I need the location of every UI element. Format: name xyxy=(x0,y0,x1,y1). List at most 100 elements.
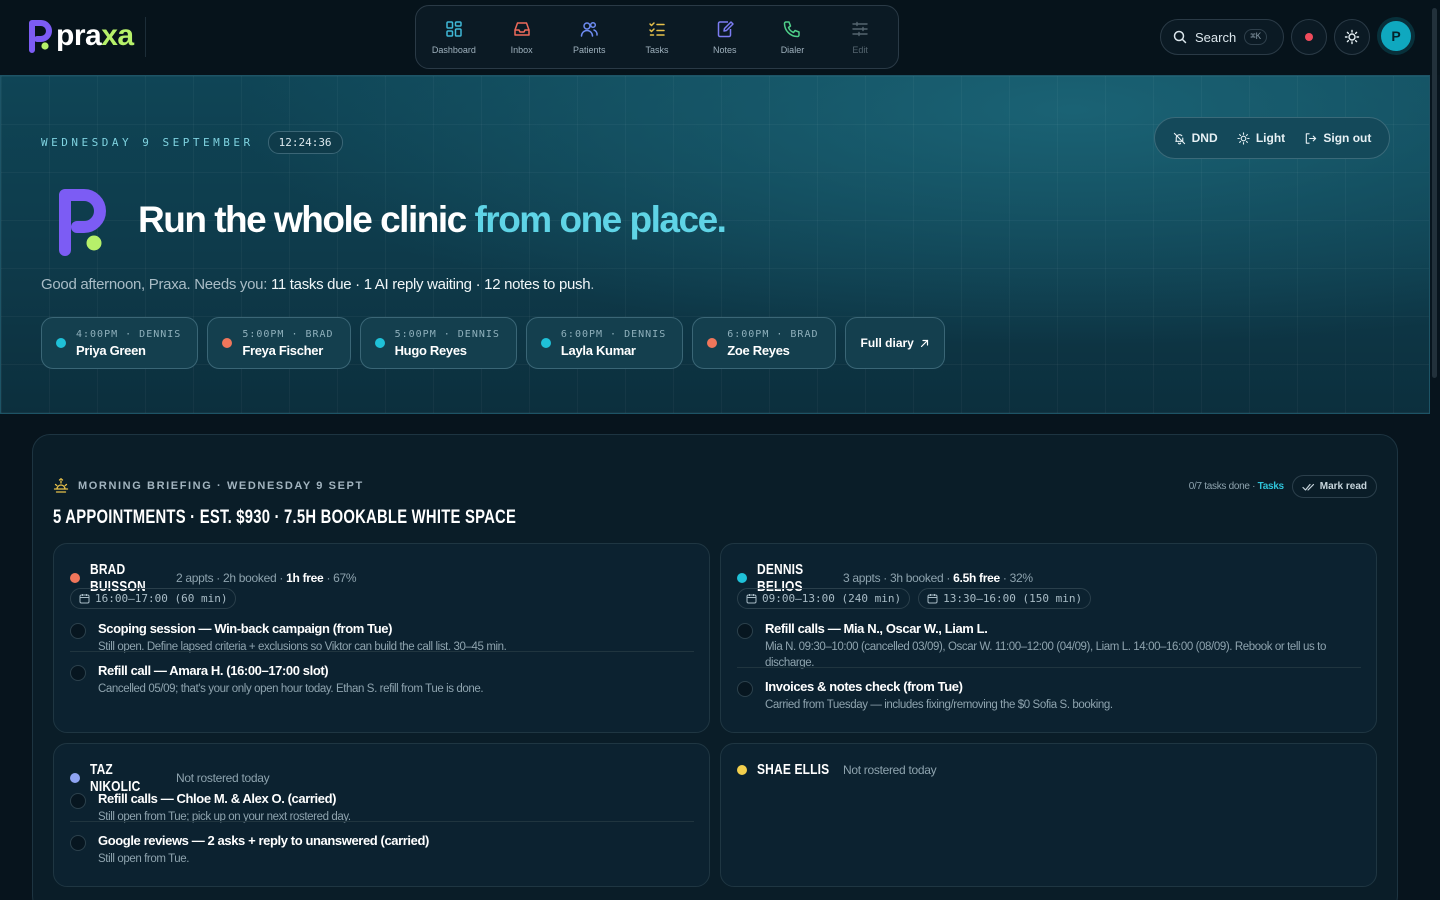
staff-card: BRAD BUISSON 2 appts · 2h booked · 1h fre… xyxy=(53,543,710,733)
current-time: 12:24:36 xyxy=(267,131,343,154)
nav-edit[interactable]: Edit xyxy=(826,6,894,68)
briefing-task[interactable]: Scoping session — Win-back campaign (fro… xyxy=(70,621,694,655)
task-title: Refill calls — Mia N., Oscar W., Liam L. xyxy=(765,621,988,636)
task-checkbox[interactable] xyxy=(70,623,86,639)
search-button[interactable]: Search ⌘K xyxy=(1160,19,1284,55)
brand-logo[interactable]: praxa xyxy=(28,19,134,53)
free-slot-chip[interactable]: 13:30–16:00 (150 min) xyxy=(918,588,1092,609)
morning-briefing: MORNING BRIEFING · WEDNESDAY 9 SEPT 5 AP… xyxy=(32,434,1398,900)
mark-read-button[interactable]: Mark read xyxy=(1291,475,1377,498)
hero-greeting: Good afternoon, Praxa. Needs you: 11 tas… xyxy=(41,276,595,293)
praxa-logo-icon xyxy=(29,20,52,53)
tasks-link[interactable]: Tasks xyxy=(1258,481,1284,492)
briefing-task[interactable]: Google reviews — 2 asks + reply to unans… xyxy=(70,821,694,867)
nav-dashboard[interactable]: Dashboard xyxy=(420,6,488,68)
task-title: Scoping session — Win-back campaign (fro… xyxy=(98,621,393,636)
appointment-time: 5:00PM · BRAD xyxy=(242,328,334,340)
slot-time: 09:00–13:00 (240 min) xyxy=(762,592,902,605)
briefing-header: MORNING BRIEFING · WEDNESDAY 9 SEPT xyxy=(53,478,364,494)
search-label: Search xyxy=(1195,29,1237,45)
avatar[interactable]: P xyxy=(1379,19,1413,53)
nav-label: Edit xyxy=(852,45,868,55)
sign-out-icon xyxy=(1306,132,1317,144)
staff-color-dot xyxy=(70,773,80,783)
free-slot-chip[interactable]: 09:00–13:00 (240 min) xyxy=(737,588,911,609)
scrollbar[interactable] xyxy=(1432,8,1437,378)
task-description: Cancelled 05/09; that's your only open h… xyxy=(98,683,484,695)
staff-card: DENNIS BELIOS 3 appts · 3h booked · 6.5h … xyxy=(720,543,1377,733)
clinician-dot xyxy=(540,338,551,348)
nav-patients[interactable]: Patients xyxy=(555,6,623,68)
upcoming-appointments: 4:00PM · DENNIS Priya Green 5:00PM · BRAD F… xyxy=(41,317,945,369)
hero-panel: WEDNESDAY 9 SEPTEMBER 12:24:36 DND Light… xyxy=(0,75,1430,414)
briefing-task[interactable]: Refill calls — Mia N., Oscar W., Liam L.… xyxy=(737,621,1361,671)
date-line: WEDNESDAY 9 SEPTEMBER 12:24:36 xyxy=(41,131,343,154)
calendar-icon xyxy=(79,594,90,604)
briefing-task[interactable]: Refill calls — Chloe M. & Alex O. (carri… xyxy=(70,791,694,825)
appointment-card[interactable]: 6:00PM · DENNIS Layla Kumar xyxy=(525,317,684,369)
nav-label: Patients xyxy=(573,45,606,55)
appointment-info: 6:00PM · DENNIS Layla Kumar xyxy=(561,329,666,358)
hero-headline: Run the whole clinic from one place. xyxy=(138,199,727,240)
staff-card: TAZ NIKOLIC Not rostered today Refill call… xyxy=(53,743,710,887)
free-slots: 09:00–13:00 (240 min) 13:30–16:00 (150 mi… xyxy=(737,588,1092,609)
briefing-controls: 0/7 tasks done · Tasks Mark read xyxy=(1189,475,1377,498)
task-checkbox[interactable] xyxy=(737,681,753,697)
record-icon xyxy=(1305,33,1313,41)
slot-time: 16:00–17:00 (60 min) xyxy=(95,592,228,605)
patient-name: Priya Green xyxy=(76,342,146,358)
top-bar: praxa Dashboard Inbox Patients Tasks Not… xyxy=(0,0,1440,75)
appointment-info: 5:00PM · BRAD Freya Fischer xyxy=(242,329,333,358)
full-diary-button[interactable]: Full diary xyxy=(844,317,945,369)
appointment-time: 4:00PM · DENNIS xyxy=(76,328,182,340)
sign-out-label: Sign out xyxy=(1323,131,1372,145)
staff-stats: 2 appts · 2h booked · 1h free · 67% xyxy=(176,571,357,585)
task-checkbox[interactable] xyxy=(70,793,86,809)
appointment-info: 6:00PM · BRAD Zoe Reyes xyxy=(727,329,818,358)
briefing-task[interactable]: Refill call — Amara H. (16:00–17:00 slot… xyxy=(70,651,694,697)
briefing-task[interactable]: Invoices & notes check (from Tue) Carried… xyxy=(737,667,1361,713)
dnd-button[interactable]: DND xyxy=(1173,131,1218,145)
phone-icon xyxy=(784,21,801,38)
record-button[interactable] xyxy=(1291,19,1327,55)
appointment-info: 5:00PM · DENNIS Hugo Reyes xyxy=(395,329,500,358)
full-diary-label: Full diary xyxy=(860,336,914,350)
nav-dialer[interactable]: Dialer xyxy=(759,6,827,68)
dashboard-icon xyxy=(446,21,462,37)
nav-label: Inbox xyxy=(510,45,533,55)
appointment-info: 4:00PM · DENNIS Priya Green xyxy=(76,329,181,358)
current-date: WEDNESDAY 9 SEPTEMBER xyxy=(41,136,254,149)
task-checkbox[interactable] xyxy=(70,665,86,681)
task-checkbox[interactable] xyxy=(70,835,86,851)
staff-stats: Not rostered today xyxy=(176,771,270,785)
appointment-card[interactable]: 5:00PM · BRAD Freya Fischer xyxy=(207,317,351,369)
appointment-card[interactable]: 6:00PM · BRAD Zoe Reyes xyxy=(692,317,836,369)
bell-off-icon xyxy=(1173,132,1185,144)
light-mode-button[interactable]: Light xyxy=(1237,131,1285,145)
task-title: Refill calls — Chloe M. & Alex O. (carri… xyxy=(98,791,337,806)
appointment-card[interactable]: 4:00PM · DENNIS Priya Green xyxy=(41,317,199,369)
search-shortcut: ⌘K xyxy=(1244,29,1268,45)
sign-out-button[interactable]: Sign out xyxy=(1304,131,1371,145)
main-nav: Dashboard Inbox Patients Tasks Notes Dia… xyxy=(415,5,899,69)
free-slot-chip[interactable]: 16:00–17:00 (60 min) xyxy=(70,588,237,609)
praxa-mark-icon xyxy=(59,189,106,256)
staff-name[interactable]: SHAE ELLIS xyxy=(757,761,831,778)
appointment-time: 5:00PM · DENNIS xyxy=(394,328,500,340)
search-icon xyxy=(1173,30,1187,44)
theme-toggle-button[interactable] xyxy=(1334,19,1370,55)
appointment-time: 6:00PM · BRAD xyxy=(727,328,819,340)
appointment-card[interactable]: 5:00PM · DENNIS Hugo Reyes xyxy=(359,317,517,369)
nav-notes[interactable]: Notes xyxy=(691,6,759,68)
briefing-title: 5 APPOINTMENTS · EST. $930 · 7.5H BOOKAB… xyxy=(53,507,517,528)
staff-name[interactable]: TAZ NIKOLIC xyxy=(90,761,164,795)
brand-name: praxa xyxy=(56,19,134,52)
sun-icon xyxy=(1344,29,1360,45)
patient-name: Freya Fischer xyxy=(242,342,323,358)
patient-name: Layla Kumar xyxy=(560,342,636,358)
light-label: Light xyxy=(1255,131,1286,145)
clinician-dot xyxy=(707,338,718,348)
task-checkbox[interactable] xyxy=(737,623,753,639)
nav-tasks[interactable]: Tasks xyxy=(623,6,691,68)
nav-inbox[interactable]: Inbox xyxy=(488,6,556,68)
